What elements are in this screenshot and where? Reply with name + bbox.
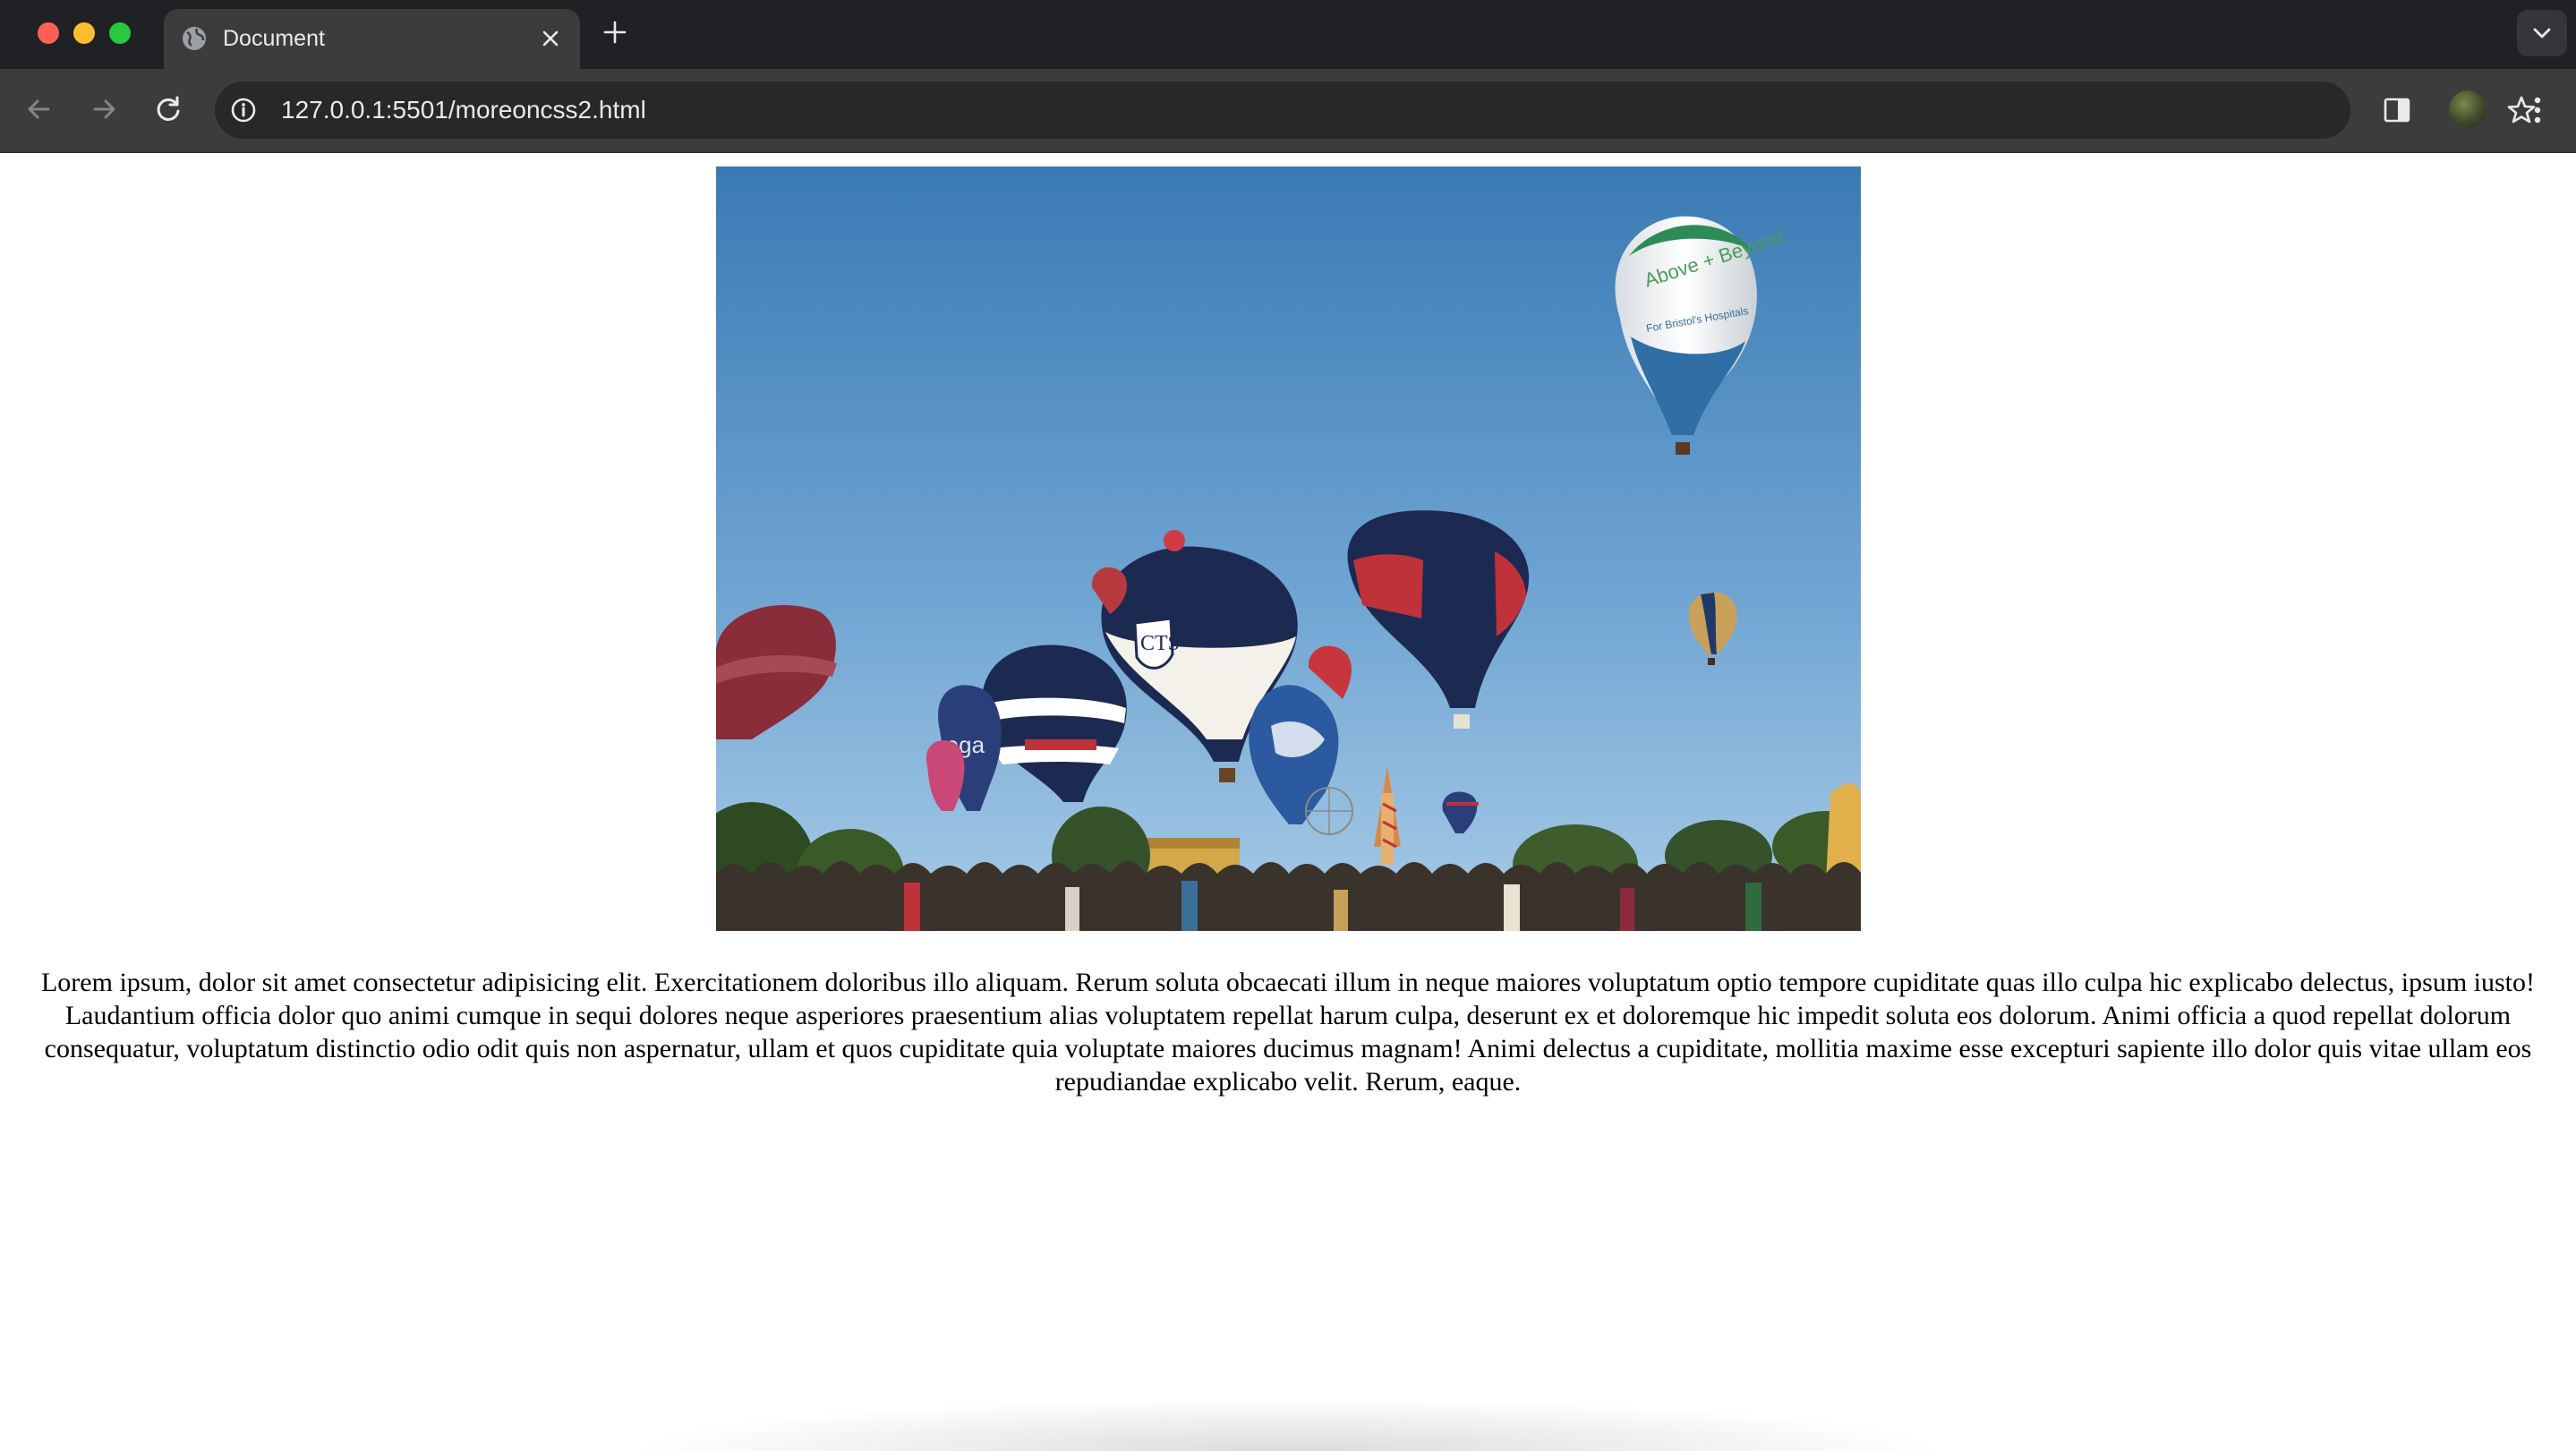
- lorem-paragraph: Lorem ipsum, dolor sit amet consectetur …: [40, 968, 2535, 1097]
- browser-tab[interactable]: Document: [164, 9, 580, 69]
- balloon-label-cts: CTS: [1140, 632, 1180, 655]
- page-viewport: Above + Beyond For Bristol's Hospitals C…: [0, 153, 2576, 1451]
- arrow-right-icon[interactable]: [84, 90, 124, 129]
- close-window-button[interactable]: [38, 22, 59, 44]
- address-bar[interactable]: 127.0.0.1:5501/moreoncss2.html: [215, 81, 2536, 139]
- reload-icon[interactable]: [149, 90, 188, 129]
- minimize-window-button[interactable]: [73, 22, 95, 44]
- avatar[interactable]: [2449, 90, 2486, 128]
- chevron-down-icon: [2533, 28, 2551, 38]
- browser-toolbar: 127.0.0.1:5501/moreoncss2.html: [0, 69, 2576, 153]
- close-icon[interactable]: [540, 28, 561, 49]
- side-panel-icon[interactable]: [2381, 94, 2413, 126]
- hot-air-balloons-image: Above + Beyond For Bristol's Hospitals C…: [716, 166, 1861, 931]
- kebab-menu-icon[interactable]: [2524, 92, 2551, 128]
- maximize-window-button[interactable]: [109, 22, 131, 44]
- arrow-left-icon[interactable]: [20, 90, 59, 129]
- browser-tabstrip: Document: [0, 0, 2576, 69]
- tab-title: Document: [223, 26, 325, 51]
- url-text[interactable]: 127.0.0.1:5501/moreoncss2.html: [281, 95, 646, 125]
- globe-icon: [180, 24, 209, 53]
- info-icon[interactable]: [229, 96, 258, 124]
- bottom-shadow: [627, 1397, 1949, 1451]
- tab-search-button[interactable]: [2517, 10, 2567, 56]
- plus-icon[interactable]: [601, 19, 628, 46]
